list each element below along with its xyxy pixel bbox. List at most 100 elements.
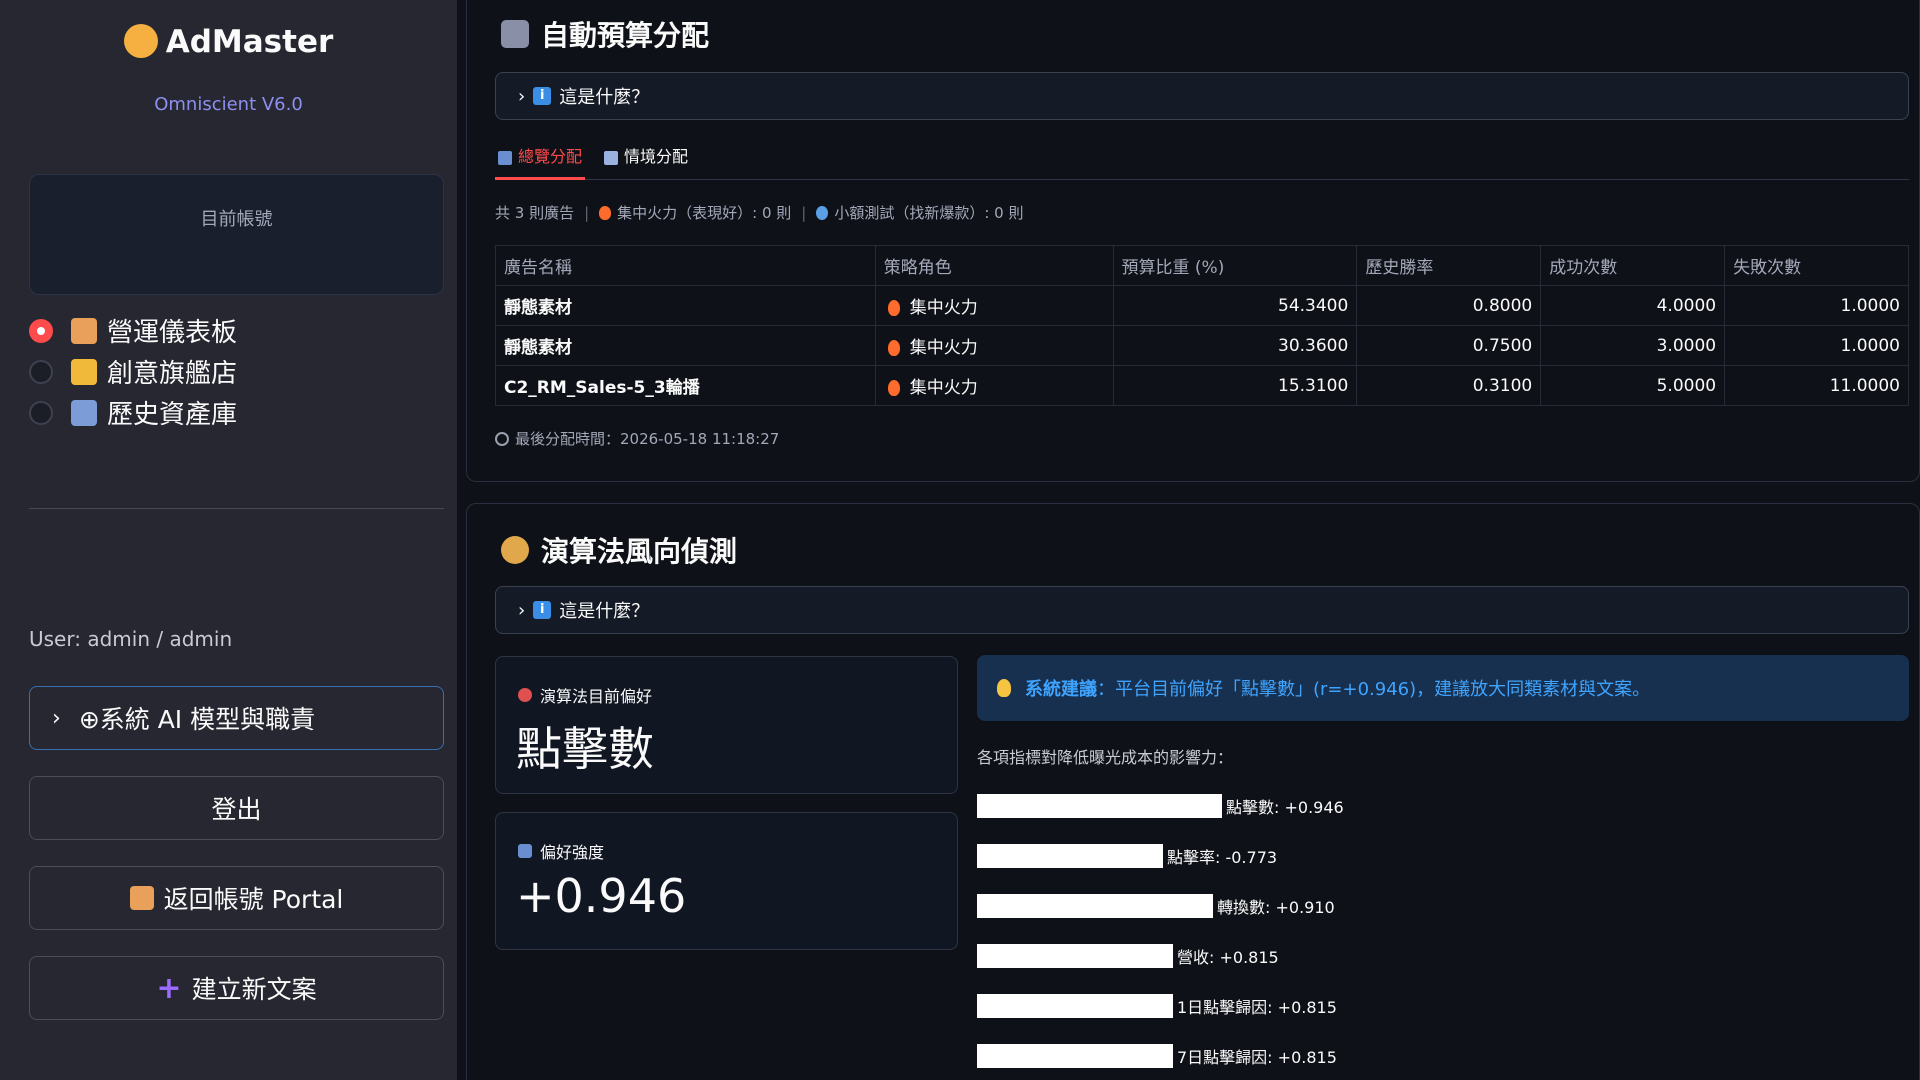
budget-card: 自動預算分配 › i 這是什麼？ 總覽分配 情境分配 共 3 則廣告 | 集中火… bbox=[466, 0, 1920, 482]
cell-budget-pct: 30.3600 bbox=[1112, 325, 1358, 366]
ai-expander-label: ⊕系統 AI 模型與職責 bbox=[78, 705, 316, 734]
chevron-right-icon: › bbox=[518, 599, 526, 621]
algo-what-expander[interactable]: › i 這是什麼？ bbox=[495, 586, 1909, 634]
col-header[interactable]: 預算比重 (%) bbox=[1112, 245, 1358, 286]
new-copy-label: 建立新文案 bbox=[191, 975, 317, 1004]
owl-logo-icon bbox=[123, 23, 158, 58]
budget-summary: 共 3 則廣告 | 集中火力（表現好）: 0 則 | 小額測試（找新爆款）: 0… bbox=[495, 202, 1024, 223]
nav-label: 營運儀表板 bbox=[107, 318, 238, 348]
pref-value: 點擊數 bbox=[516, 722, 654, 776]
info-icon: i bbox=[533, 601, 552, 619]
role-text: 集中火力 bbox=[909, 298, 978, 318]
strength-value: +0.946 bbox=[516, 869, 687, 923]
target-icon bbox=[518, 688, 532, 702]
sidebar: AdMaster Omniscient V6.0 目前帳號 營運儀表板 創意旗艦… bbox=[0, 0, 457, 1080]
cell-failure: 1.0000 bbox=[1724, 325, 1909, 366]
impact-bar bbox=[977, 994, 1173, 1018]
impact-bar-label: 7日點擊歸因: +0.815 bbox=[1177, 1048, 1337, 1067]
budget-heading: 自動預算分配 bbox=[501, 14, 709, 54]
impact-bar bbox=[977, 944, 1173, 968]
expander-label: 這是什麼？ bbox=[559, 87, 650, 108]
logout-button[interactable]: 登出 bbox=[29, 776, 444, 840]
cell-failure: 1.0000 bbox=[1724, 285, 1909, 326]
bar-chart-icon bbox=[518, 844, 532, 858]
ai-model-expander[interactable]: › ⊕系統 AI 模型與職責 bbox=[29, 686, 444, 750]
alert-bold: 系統建議 bbox=[1025, 679, 1097, 700]
fire-icon bbox=[887, 380, 900, 396]
radio-dashboard[interactable] bbox=[29, 318, 53, 343]
col-header[interactable]: 策略角色 bbox=[874, 245, 1114, 286]
fire-icon bbox=[599, 205, 612, 220]
version-label: Omniscient V6.0 bbox=[154, 94, 303, 115]
account-box: 目前帳號 bbox=[29, 174, 444, 295]
cell-ad-name: C2_RM_Sales-5_3輪播 bbox=[495, 365, 876, 406]
col-header[interactable]: 失敗次數 bbox=[1724, 245, 1909, 286]
radio-creative[interactable] bbox=[29, 359, 53, 384]
sidebar-divider bbox=[29, 508, 444, 509]
impact-bar-row: 點擊數: +0.946 bbox=[977, 794, 1344, 818]
books-icon bbox=[71, 399, 97, 426]
tab-overview[interactable]: 總覽分配 bbox=[495, 140, 586, 180]
algo-card: 演算法風向偵測 › i 這是什麼？ 演算法目前偏好 點擊數 偏好強度 +0.94… bbox=[466, 503, 1920, 1080]
preference-metric: 演算法目前偏好 點擊數 bbox=[495, 656, 958, 794]
impact-bar-label: 點擊率: -0.773 bbox=[1167, 848, 1278, 867]
system-suggestion-alert: 系統建議 ：平台目前偏好「點擊數」(r=+0.946)，建議放大同類素材與文案。 bbox=[977, 655, 1909, 721]
cell-role: 集中火力 bbox=[874, 365, 1114, 406]
cell-role: 集中火力 bbox=[874, 285, 1114, 326]
cell-win-rate: 0.8000 bbox=[1356, 285, 1542, 326]
impact-bar-row: 1日點擊歸因: +0.815 bbox=[977, 994, 1337, 1018]
impact-bar bbox=[977, 894, 1213, 918]
summary-separator: | bbox=[584, 203, 590, 222]
fire-icon bbox=[887, 340, 900, 356]
table-header-row: 廣告名稱 策略角色 預算比重 (%) 歷史勝率 成功次數 失敗次數 bbox=[495, 245, 1909, 286]
bar-chart-icon bbox=[498, 151, 512, 165]
nav-item-history[interactable]: 歷史資產庫 bbox=[29, 392, 237, 433]
cell-role: 集中火力 bbox=[874, 325, 1114, 366]
budget-tabs: 總覽分配 情境分配 bbox=[495, 140, 1909, 180]
table-row: 靜態素材 集中火力 30.3600 0.7500 3.0000 1.0000 bbox=[495, 325, 1909, 366]
role-text: 集中火力 bbox=[909, 378, 978, 398]
main-content: 自動預算分配 › i 這是什麼？ 總覽分配 情境分配 共 3 則廣告 | 集中火… bbox=[457, 0, 1920, 1080]
summary-test: 小額測試（找新爆款）: 0 則 bbox=[834, 204, 1024, 222]
tab-scenario[interactable]: 情境分配 bbox=[601, 140, 691, 180]
col-header[interactable]: 廣告名稱 bbox=[495, 245, 876, 286]
cell-budget-pct: 54.3400 bbox=[1112, 285, 1358, 326]
impact-bar-row: 點擊率: -0.773 bbox=[977, 844, 1277, 868]
cell-success: 5.0000 bbox=[1540, 365, 1726, 406]
last-allocation-time: 最後分配時間：2026-05-18 11:18:27 bbox=[495, 428, 779, 449]
cell-failure: 11.0000 bbox=[1724, 365, 1909, 406]
account-label: 目前帳號 bbox=[200, 209, 273, 230]
nav-item-creative[interactable]: 創意旗艦店 bbox=[29, 351, 237, 392]
brand: AdMaster bbox=[0, 23, 457, 61]
budget-table: 廣告名稱 策略角色 預算比重 (%) 歷史勝率 成功次數 失敗次數 靜態素材 集… bbox=[495, 245, 1909, 406]
impact-bar-label: 點擊數: +0.946 bbox=[1226, 798, 1344, 817]
new-copy-button[interactable]: + 建立新文案 bbox=[29, 956, 444, 1020]
logout-label: 登出 bbox=[211, 795, 262, 824]
budget-what-expander[interactable]: › i 這是什麼？ bbox=[495, 72, 1909, 120]
nav-label: 歷史資產庫 bbox=[107, 400, 238, 430]
alert-text: ：平台目前偏好「點擊數」(r=+0.946)，建議放大同類素材與文案。 bbox=[1097, 679, 1651, 700]
impact-bar-label: 1日點擊歸因: +0.815 bbox=[1177, 998, 1337, 1017]
summary-separator: | bbox=[801, 203, 807, 222]
algo-title: 演算法風向偵測 bbox=[541, 535, 738, 568]
back-portal-label: 返回帳號 Portal bbox=[163, 885, 344, 914]
back-portal-button[interactable]: 返回帳號 Portal bbox=[29, 866, 444, 930]
col-header[interactable]: 成功次數 bbox=[1540, 245, 1726, 286]
impact-bar-row: 營收: +0.815 bbox=[977, 944, 1279, 968]
table-row: C2_RM_Sales-5_3輪播 集中火力 15.3100 0.3100 5.… bbox=[495, 365, 1909, 406]
plus-icon: + bbox=[156, 970, 182, 1006]
impact-bar-label: 轉換數: +0.910 bbox=[1217, 898, 1335, 917]
col-header[interactable]: 歷史勝率 bbox=[1356, 245, 1542, 286]
slot-machine-icon bbox=[501, 20, 529, 48]
calendar-icon bbox=[604, 151, 619, 165]
impact-bar bbox=[977, 844, 1163, 868]
writing-hand-icon bbox=[71, 358, 97, 385]
tab-label: 情境分配 bbox=[624, 147, 689, 166]
house-icon bbox=[71, 317, 97, 344]
magnifier-icon bbox=[816, 205, 829, 220]
user-info: User: admin / admin bbox=[29, 627, 233, 651]
radio-history[interactable] bbox=[29, 400, 53, 425]
impact-bar bbox=[977, 794, 1222, 818]
nav-item-dashboard[interactable]: 營運儀表板 bbox=[29, 310, 237, 351]
cell-win-rate: 0.3100 bbox=[1356, 365, 1542, 406]
